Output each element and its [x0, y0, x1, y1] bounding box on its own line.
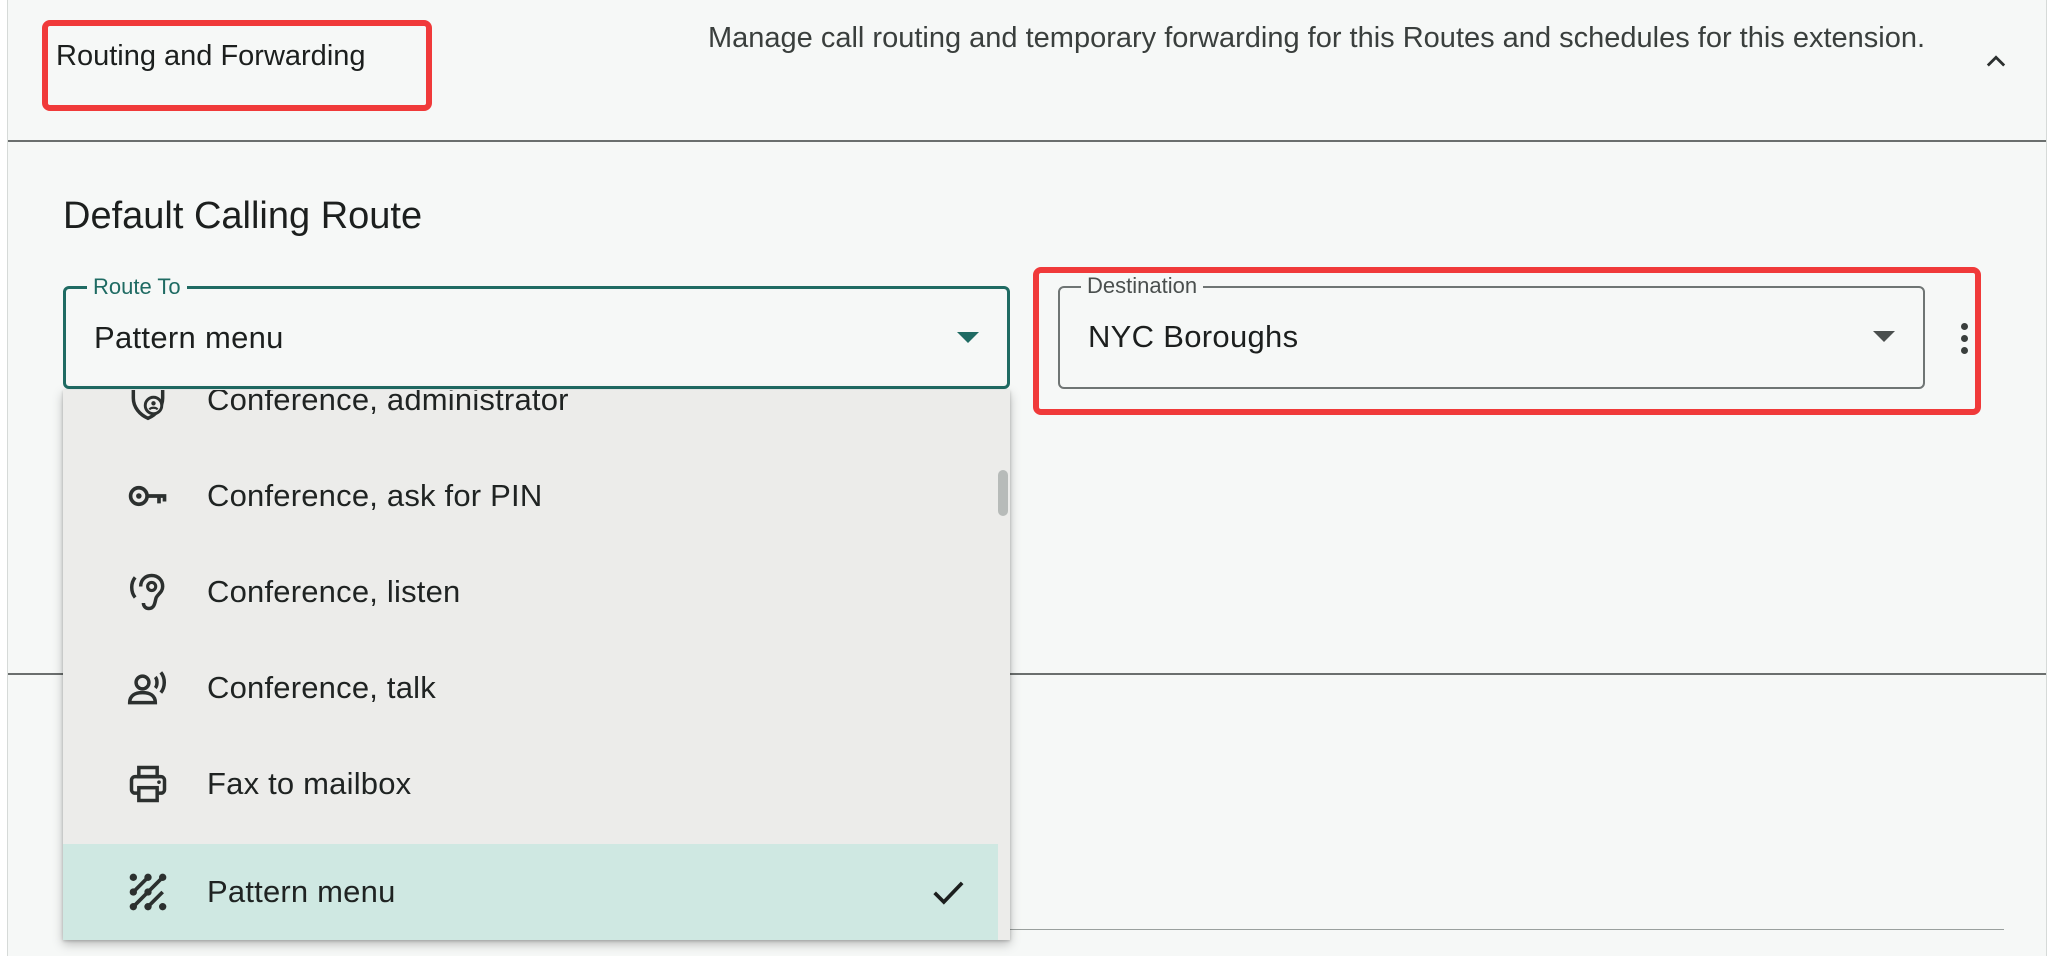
routing-panel: Routing and Forwarding Manage call routi…: [7, 0, 2047, 956]
section-header[interactable]: Routing and Forwarding Manage call routi…: [8, 0, 2046, 142]
collapse-button[interactable]: [1972, 38, 2020, 86]
more-vert-dot: [1960, 346, 1968, 354]
menu-item-pattern-menu[interactable]: Pattern menu: [63, 844, 998, 940]
more-options-button[interactable]: [1947, 313, 1981, 363]
menu-item-label: Conference, administrator: [207, 390, 569, 417]
route-to-select[interactable]: Route To Pattern menu: [63, 272, 1010, 389]
menu-item-conference-talk[interactable]: Conference, talk: [63, 640, 998, 736]
section-header-description: Manage call routing and temporary forwar…: [708, 22, 1926, 54]
default-calling-route-title: Default Calling Route: [63, 195, 423, 237]
route-to-value: Pattern menu: [94, 320, 284, 355]
shield-person-icon: [131, 390, 165, 421]
section-header-title: Routing and Forwarding: [56, 40, 366, 72]
route-to-label: Route To: [87, 272, 187, 302]
checkmark-icon: [933, 881, 964, 905]
field-underline: [1008, 929, 2004, 930]
menu-item-fax-to-mailbox[interactable]: Fax to mailbox: [63, 736, 998, 832]
record-voice-icon: [127, 671, 167, 705]
more-vert-dot: [1960, 322, 1968, 330]
destination-value: NYC Boroughs: [1088, 319, 1299, 354]
menu-item-label: Pattern menu: [207, 874, 396, 909]
menu-item-conference-administrator[interactable]: Conference, administrator: [63, 390, 998, 448]
route-to-dropdown-menu[interactable]: Conference, administrator Conference, as…: [63, 390, 1010, 940]
destination-label: Destination: [1081, 271, 1204, 301]
chevron-up-icon: [1986, 55, 2006, 67]
menu-item-label: Fax to mailbox: [207, 766, 412, 801]
dropdown-arrow-icon: [957, 332, 979, 343]
pattern-icon: [129, 873, 167, 911]
menu-item-label: Conference, ask for PIN: [207, 478, 543, 513]
menu-item-label: Conference, listen: [207, 574, 461, 609]
menu-item-conference-listen[interactable]: Conference, listen: [63, 544, 998, 640]
menu-scrollbar[interactable]: [998, 470, 1008, 516]
menu-item-label: Conference, talk: [207, 670, 436, 705]
printer-icon: [129, 765, 167, 803]
dropdown-arrow-icon: [1873, 331, 1895, 342]
hearing-icon: [129, 573, 165, 611]
menu-item-conference-ask-pin[interactable]: Conference, ask for PIN: [63, 448, 998, 544]
key-icon: [128, 485, 167, 507]
more-vert-dot: [1960, 334, 1968, 342]
destination-select[interactable]: Destination NYC Boroughs: [1058, 271, 1925, 389]
